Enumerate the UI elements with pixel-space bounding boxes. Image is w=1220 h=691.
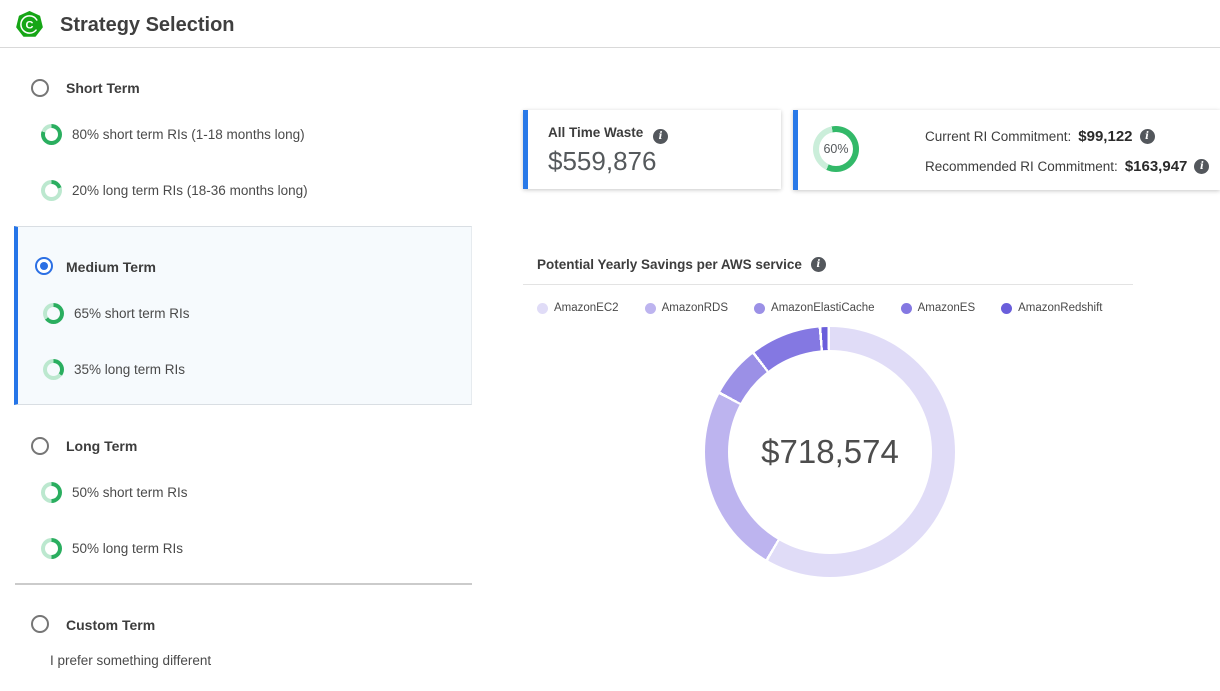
legend-label: AmazonElastiCache	[771, 302, 875, 314]
legend-dot-icon	[645, 303, 656, 314]
current-commitment-row: Current RI Commitment: $99,122	[925, 125, 1155, 147]
legend-label: AmazonRedshift	[1018, 302, 1102, 314]
legend-label: AmazonRDS	[662, 302, 728, 314]
medium-term-ratio-1-label: 65% short term RIs	[74, 306, 190, 321]
custom-term-description: I prefer something different	[50, 653, 211, 668]
info-icon[interactable]	[653, 129, 668, 144]
medium-term-label[interactable]: Medium Term	[66, 259, 156, 275]
chart-divider	[523, 284, 1133, 285]
current-commitment-label: Current RI Commitment:	[925, 129, 1071, 144]
app-logo-icon: C	[16, 11, 43, 38]
short-term-ratio-1-ring	[41, 124, 62, 145]
long-term-label[interactable]: Long Term	[66, 438, 137, 454]
recommended-commitment-row: Recommended RI Commitment: $163,947	[925, 155, 1209, 177]
long-term-ratio-2-ring	[41, 538, 62, 559]
savings-chart-title: Potential Yearly Savings per AWS service	[537, 257, 802, 272]
all-time-waste-value: $559,876	[548, 146, 656, 177]
legend-item[interactable]: AmazonRDS	[645, 302, 728, 314]
info-icon[interactable]	[1194, 159, 1209, 174]
legend-item[interactable]: AmazonEC2	[537, 302, 619, 314]
custom-term-label[interactable]: Custom Term	[66, 617, 155, 633]
legend-item[interactable]: AmazonElastiCache	[754, 302, 875, 314]
legend-label: AmazonES	[918, 302, 976, 314]
page-header: C Strategy Selection	[0, 0, 1220, 48]
recommended-commitment-value: $163,947	[1125, 158, 1188, 175]
short-term-ratio-2-ring	[41, 180, 62, 201]
current-commitment-value: $99,122	[1078, 128, 1132, 145]
short-term-ratio-1-label: 80% short term RIs (1-18 months long)	[72, 127, 305, 142]
strategy-selection-page: C Strategy Selection Short Term 80% shor…	[0, 0, 1220, 691]
savings-donut-chart[interactable]: $718,574	[705, 327, 955, 577]
legend-dot-icon	[537, 303, 548, 314]
legend-label: AmazonEC2	[554, 302, 619, 314]
legend-dot-icon	[754, 303, 765, 314]
info-icon[interactable]	[811, 257, 826, 272]
radio-short-term[interactable]	[31, 79, 49, 97]
short-term-ratio-2-label: 20% long term RIs (18-36 months long)	[72, 183, 308, 198]
legend-dot-icon	[1001, 303, 1012, 314]
ri-commitment-card: 60% Current RI Commitment: $99,122 Recom…	[793, 110, 1220, 190]
medium-term-ratio-1-ring	[43, 303, 64, 324]
info-icon[interactable]	[1140, 129, 1155, 144]
long-term-ratio-1-label: 50% short term RIs	[72, 485, 188, 500]
all-time-waste-card: All Time Waste $559,876	[523, 110, 781, 189]
radio-custom-term[interactable]	[31, 615, 49, 633]
all-time-waste-title-text: All Time Waste	[548, 125, 643, 140]
medium-term-ratio-2-ring	[43, 359, 64, 380]
savings-chart-header: Potential Yearly Savings per AWS service	[537, 257, 826, 272]
donut-center-value: $718,574	[705, 327, 955, 577]
long-term-ratio-2-label: 50% long term RIs	[72, 541, 183, 556]
long-term-ratio-1-ring	[41, 482, 62, 503]
page-title: Strategy Selection	[60, 14, 235, 37]
panel-divider	[15, 583, 472, 585]
all-time-waste-title: All Time Waste	[548, 125, 668, 144]
commitment-gauge: 60%	[813, 126, 859, 172]
legend-dot-icon	[901, 303, 912, 314]
svg-text:C: C	[26, 20, 34, 32]
chart-legend: AmazonEC2 AmazonRDS AmazonElastiCache Amazo…	[537, 302, 1103, 314]
recommended-commitment-label: Recommended RI Commitment:	[925, 159, 1118, 174]
radio-long-term[interactable]	[31, 437, 49, 455]
commitment-gauge-label: 60%	[813, 126, 859, 172]
medium-term-ratio-2-label: 35% long term RIs	[74, 362, 185, 377]
legend-item[interactable]: AmazonES	[901, 302, 976, 314]
radio-medium-term[interactable]	[35, 257, 53, 275]
short-term-label[interactable]: Short Term	[66, 80, 140, 96]
legend-item[interactable]: AmazonRedshift	[1001, 302, 1102, 314]
